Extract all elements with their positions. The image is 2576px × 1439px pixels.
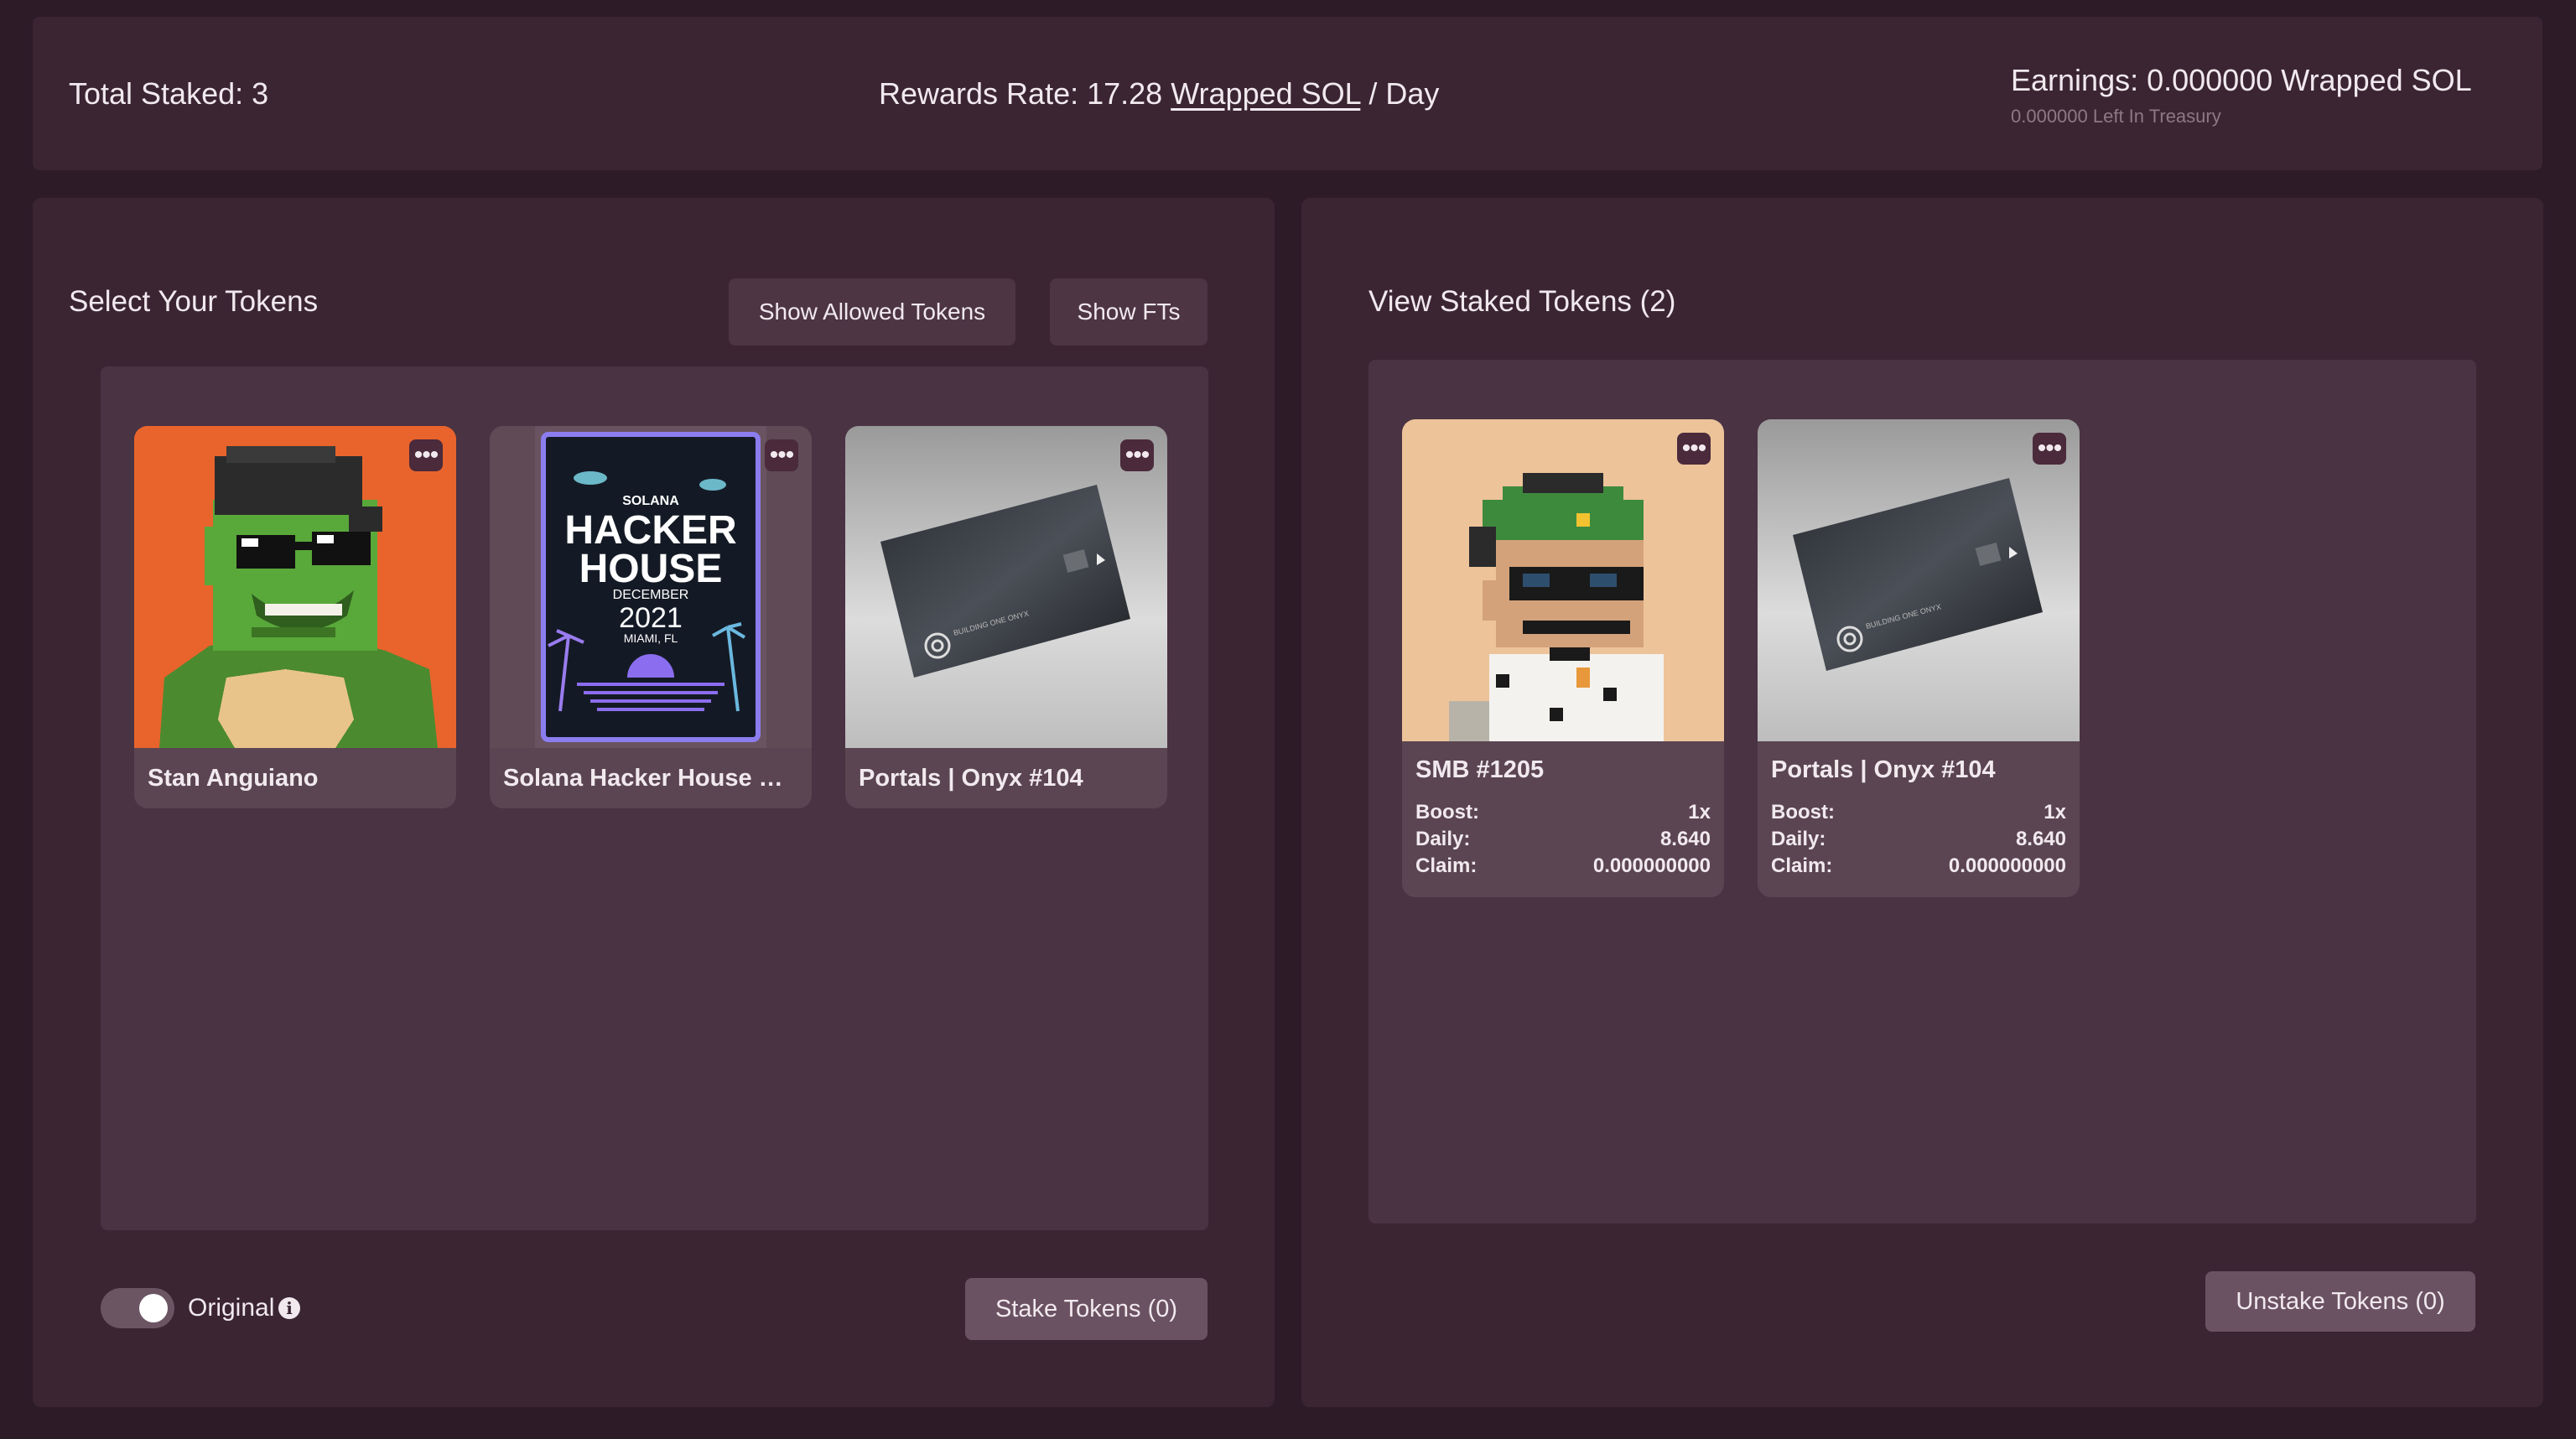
more-options-icon[interactable]: ••• (1120, 439, 1154, 471)
original-toggle-label: Original (188, 1294, 275, 1322)
poster-brand-text: SOLANA (622, 494, 679, 508)
frog-pfp-image: ••• (134, 426, 456, 748)
token-card[interactable]: ••• Stan Anguiano (134, 426, 456, 808)
more-options-icon[interactable]: ••• (2033, 433, 2066, 465)
rewards-rate: Rewards Rate: 17.28 Wrapped SOL / Day (879, 74, 1439, 114)
boost-value: 1x (1688, 801, 1711, 823)
daily-value: 8.640 (2015, 828, 2066, 850)
daily-value: 8.640 (1659, 828, 1711, 850)
onyx-card-image: BUILDING ONE ONYX ••• (1758, 419, 2080, 741)
token-name: Portals | Onyx #104 (859, 765, 1083, 792)
original-toggle[interactable] (101, 1288, 174, 1328)
more-options-icon[interactable]: ••• (765, 439, 798, 471)
token-name: Solana Hacker House Mi... (503, 765, 807, 792)
boost-label: Boost: (1771, 801, 1835, 823)
unstake-tokens-button[interactable]: Unstake Tokens (0) (2205, 1271, 2475, 1332)
stake-tokens-button[interactable]: Stake Tokens (0) (965, 1278, 1208, 1340)
poster-line2-text: HOUSE (579, 547, 723, 591)
daily-label: Daily: (1415, 828, 1471, 850)
token-card[interactable]: SOLANA HACKER HOUSE DECEMBER 2021 MIAMI,… (490, 426, 812, 808)
treasury-remaining: 0.000000 Left In Treasury (2011, 106, 2221, 127)
more-options-icon[interactable]: ••• (409, 439, 443, 471)
daily-row: Daily: 8.640 (1402, 826, 1724, 853)
token-card[interactable]: BUILDING ONE ONYX ••• Portals | Onyx #10… (845, 426, 1167, 808)
smb-monkey-image: ••• (1402, 419, 1724, 741)
token-name: SMB #1205 (1415, 756, 1545, 783)
claim-label: Claim: (1771, 855, 1833, 877)
claim-row: Claim: 0.000000000 (1402, 853, 1724, 880)
claim-value: 0.000000000 (1592, 855, 1711, 877)
boost-value: 1x (2044, 801, 2066, 823)
boost-label: Boost: (1415, 801, 1479, 823)
show-allowed-tokens-button[interactable]: Show Allowed Tokens (729, 278, 1015, 345)
onyx-card-image: BUILDING ONE ONYX ••• (845, 426, 1167, 748)
rewards-rate-unit: / Day (1368, 76, 1440, 111)
boost-row: Boost: 1x (1758, 799, 2080, 826)
claim-row: Claim: 0.000000000 (1758, 853, 2080, 880)
token-name: Stan Anguiano (148, 765, 319, 792)
daily-label: Daily: (1771, 828, 1826, 850)
info-icon[interactable]: i (278, 1297, 300, 1319)
more-options-icon[interactable]: ••• (1677, 433, 1711, 465)
toggle-knob (139, 1294, 168, 1322)
select-tokens-title: Select Your Tokens (69, 285, 319, 318)
boost-row: Boost: 1x (1402, 799, 1724, 826)
total-staked: Total Staked: 3 (69, 76, 269, 111)
poster-month-text: DECEMBER (613, 588, 689, 602)
daily-row: Daily: 8.640 (1758, 826, 2080, 853)
staked-token-card[interactable]: ••• SMB #1205 Boost: 1x Daily: 8.640 Claim… (1402, 419, 1724, 897)
earnings: Earnings: 0.000000 Wrapped SOL (2011, 63, 2472, 97)
show-fts-button[interactable]: Show FTs (1050, 278, 1208, 345)
token-name: Portals | Onyx #104 (1771, 756, 1996, 783)
poster-place-text: MIAMI, FL (624, 631, 678, 645)
poster-year-text: 2021 (619, 602, 683, 634)
claim-value: 0.000000000 (1948, 855, 2066, 877)
hacker-house-poster-image: SOLANA HACKER HOUSE DECEMBER 2021 MIAMI,… (490, 426, 812, 748)
staked-token-card[interactable]: BUILDING ONE ONYX ••• Portals | Onyx #10… (1758, 419, 2080, 897)
claim-label: Claim: (1415, 855, 1478, 877)
rewards-rate-value: Rewards Rate: 17.28 (879, 76, 1163, 111)
wrapped-sol-link[interactable]: Wrapped SOL (1171, 76, 1360, 111)
staked-tokens-title: View Staked Tokens (2) (1368, 285, 1676, 318)
